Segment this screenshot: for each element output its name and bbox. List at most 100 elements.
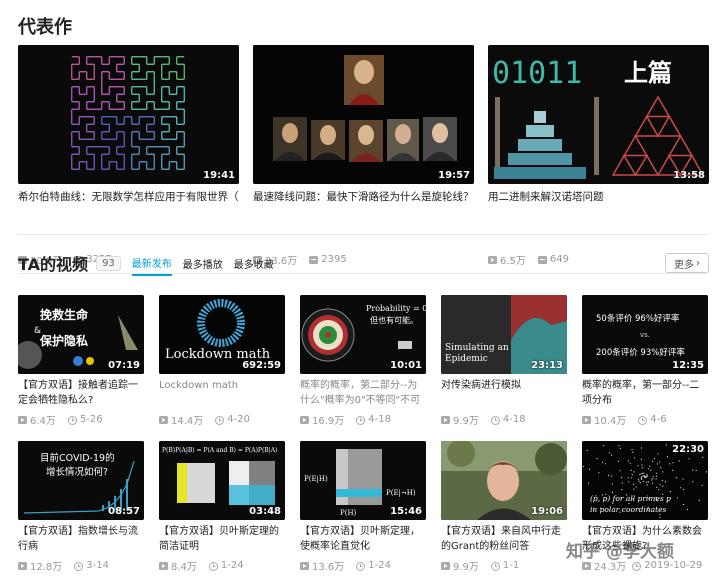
video-thumbnail[interactable]: 50条评价 96%好评率 vs. 200条评价 93%好评率 12:35: [582, 295, 708, 374]
play-count-icon: [18, 415, 27, 424]
video-title[interactable]: 希尔伯特曲线：无限数学怎样应用于有限世界（中英: [18, 190, 239, 205]
videos-section-title: TA的视频: [18, 255, 89, 274]
video-title[interactable]: 最速降线问题：最快下滑路径为什么是旋轮线？（中: [253, 190, 474, 205]
prime-dot: [688, 458, 690, 460]
video-duration: 19:41: [203, 170, 235, 181]
video-title[interactable]: 概率的概率，第一部分--二项分布: [582, 378, 708, 408]
prime-dot: [619, 470, 621, 472]
video-title[interactable]: 【官方双语】接触者追踪一定会牺牲隐私么?: [18, 378, 144, 408]
video-title[interactable]: 用二进制来解汉诺塔问题: [488, 190, 709, 205]
video-stats: 12.8万 3-14: [18, 558, 109, 573]
video-thumbnail[interactable]: 目前COVID-19的 增长情况如何? 08:57: [18, 441, 144, 520]
prime-dot: [651, 479, 653, 481]
video-duration: 10:01: [390, 360, 422, 371]
prime-dot: [640, 477, 642, 479]
tab-most-played[interactable]: 最多播放: [183, 256, 223, 275]
prime-dot: [611, 483, 613, 485]
prime-dot: [641, 478, 643, 480]
prime-dot: [662, 485, 664, 487]
prime-dot: [666, 455, 668, 458]
prime-dot: [618, 445, 620, 447]
prime-dot: [621, 482, 623, 484]
play-count: 8.4万: [171, 562, 197, 573]
video-thumbnail[interactable]: P(B)P(A|B) = P(A and B) = P(A)P(B|A) 03:…: [159, 441, 285, 520]
clock-icon: [215, 415, 225, 425]
prime-dot: [641, 464, 643, 466]
prime-dot: [608, 452, 610, 454]
video-thumbnail[interactable]: Simulating an Epidemic 23:13: [441, 295, 567, 374]
play-count: 12.8万: [30, 562, 63, 573]
video-thumbnail[interactable]: 01011 上篇 13:58: [488, 45, 709, 184]
video-title[interactable]: Lockdown math: [159, 378, 285, 408]
prime-dot: [640, 447, 643, 449]
prime-dot: [669, 463, 671, 465]
prime-dot: [665, 444, 667, 446]
thumb-text-line: P(H): [340, 509, 357, 517]
play-count: 9.9万: [453, 416, 479, 427]
upload-date: 4-6: [650, 414, 667, 425]
portrait-top: [344, 55, 384, 105]
prime-dot: [586, 449, 588, 451]
prime-dot: [646, 484, 648, 486]
tab-most-favorited[interactable]: 最多收藏: [234, 256, 274, 275]
prime-dot: [692, 481, 694, 483]
video-duration: 23:13: [531, 360, 563, 371]
play-count-icon: [488, 255, 497, 264]
upload-date: 5-26: [79, 414, 103, 425]
prime-dot: [637, 465, 639, 467]
prime-dot: [607, 474, 610, 476]
prime-dot: [653, 458, 655, 460]
prime-dot: [619, 447, 621, 449]
prime-dot: [682, 478, 684, 480]
prime-dot: [633, 457, 636, 459]
video-thumbnail[interactable]: 19:57: [253, 45, 474, 184]
prime-dot: [601, 461, 604, 463]
video-duration: 13:58: [673, 170, 705, 181]
video-duration: 15:46: [390, 506, 422, 517]
video-thumbnail[interactable]: 19:41: [18, 45, 239, 184]
video-duration: 22:30: [672, 444, 704, 455]
play-count-icon: [159, 561, 168, 570]
clock-icon: [490, 415, 500, 425]
prime-dot: [604, 463, 606, 465]
video-thumbnail[interactable]: Lockdown math 692:59: [159, 295, 285, 374]
thumb-text-line: 增长情况如何?: [46, 466, 108, 478]
prime-dot: [683, 504, 685, 506]
video-duration: 12:35: [672, 360, 704, 371]
prime-dot: [664, 481, 667, 483]
video-title[interactable]: 【官方双语】贝叶斯定理，使概率论直觉化: [300, 524, 426, 554]
video-title[interactable]: 概率的概率，第二部分--为什么"概率为0"不等同"不可能": [300, 378, 426, 408]
prime-dot: [655, 478, 657, 480]
clock-icon: [490, 561, 500, 571]
video-title[interactable]: 对传染病进行模拟: [441, 378, 567, 408]
video-title[interactable]: 【官方双语】贝叶斯定理的简洁证明: [159, 524, 285, 554]
video-title[interactable]: 【官方双语】指数增长与流行病: [18, 524, 144, 554]
prime-dot: [676, 497, 678, 499]
prime-dot: [655, 472, 657, 474]
clock-icon: [67, 415, 77, 425]
clock-icon: [356, 415, 366, 425]
prime-dot: [672, 469, 674, 471]
upload-date: 1-1: [502, 560, 520, 571]
video-thumbnail[interactable]: 19:06: [441, 441, 567, 520]
video-duration: 08:57: [108, 506, 140, 517]
video-duration: 03:48: [249, 506, 281, 517]
thumb-text-line: 但也有可能。: [370, 315, 418, 325]
play-count: 9.9万: [453, 562, 479, 573]
video-title[interactable]: 【官方双语】来自风中行走的Grant的粉丝问答: [441, 524, 567, 554]
video-thumbnail[interactable]: P(E|H) P(H) P(E|¬H) 15:46: [300, 441, 426, 520]
video-thumbnail[interactable]: 挽救生命 & 保护隐私 07:19: [18, 295, 144, 374]
prime-dot: [652, 477, 654, 479]
prime-dot: [617, 460, 619, 462]
binary-hanoi-image: 01011 上篇: [488, 45, 709, 184]
more-button[interactable]: 更多 ›: [665, 253, 709, 273]
prime-dot: [698, 499, 700, 501]
clock-icon: [632, 561, 642, 571]
prime-dot: [686, 508, 688, 511]
play-count-icon: [300, 415, 309, 424]
watermark: 知乎 @李大额: [566, 542, 674, 562]
comment-count: 649: [549, 254, 569, 265]
video-thumbnail[interactable]: (p, p) for all primes p in polar coordin…: [582, 441, 708, 520]
thumb-text-line: (p, p) for all primes p: [590, 494, 671, 503]
video-thumbnail[interactable]: Probability = 0 但也有可能。 10:01: [300, 295, 426, 374]
